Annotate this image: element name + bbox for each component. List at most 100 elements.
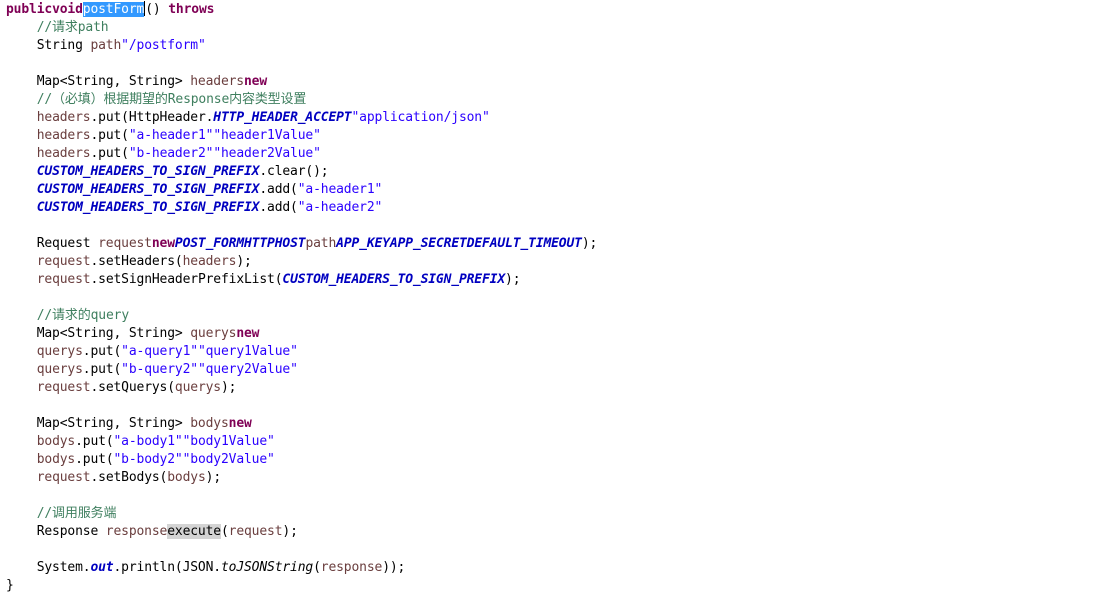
local-variable-token: headers (36, 146, 91, 161)
code-text: .put( (90, 146, 129, 161)
code-text: String (6, 38, 91, 53)
constant-token: DEFAULT_TIMEOUT (466, 236, 582, 251)
local-variable-token: querys (174, 380, 221, 395)
keyword-token: new (151, 236, 175, 251)
code-text: ); (581, 236, 598, 251)
code-line[interactable]: CUSTOM_HEADERS_TO_SIGN_PREFIX.clear(); (6, 163, 329, 181)
code-line[interactable]: bodys.put("b-body2""body2Value" (6, 451, 275, 469)
code-line[interactable]: Map<String, String> headersnew (6, 73, 267, 91)
local-variable-token: request (36, 254, 91, 269)
code-text: System. (6, 560, 91, 575)
code-text: .println(JSON. (113, 560, 221, 575)
code-text: .add( (259, 200, 298, 215)
code-line[interactable]: querys.put("a-query1""query1Value" (6, 343, 298, 361)
code-text: .setBodys( (90, 470, 168, 485)
code-line[interactable]: headers.put("b-header2""header2Value" (6, 145, 321, 163)
string-literal: "header2Value" (213, 146, 321, 161)
code-text: } (6, 578, 14, 593)
string-literal: "a-body1" (113, 434, 183, 449)
constant-token: HOST (274, 236, 306, 251)
code-text: .setQuerys( (90, 380, 175, 395)
code-line[interactable]: request.setQuerys(querys); (6, 379, 237, 397)
code-text: Map<String, String> (6, 326, 191, 341)
constant-token: CUSTOM_HEADERS_TO_SIGN_PREFIX (36, 200, 260, 215)
code-text: ); (236, 254, 252, 269)
comment-text: //请求path (6, 20, 109, 35)
local-variable-token: headers (190, 74, 244, 89)
code-line[interactable]: //请求的query (6, 307, 129, 325)
string-literal: "a-query1" (121, 344, 198, 359)
local-variable-token: response (320, 560, 383, 575)
constant-token: POST_FORM (174, 236, 244, 251)
code-text: ); (220, 380, 237, 395)
local-variable-token: request (228, 524, 283, 539)
code-text: .put( (82, 362, 122, 377)
keyword-token: new (228, 416, 252, 431)
code-line[interactable]: CUSTOM_HEADERS_TO_SIGN_PREFIX.add("a-hea… (6, 199, 383, 217)
code-line[interactable]: headers.put("a-header1""header1Value" (6, 127, 321, 145)
code-text: ); (505, 272, 521, 287)
selected-method-name: postForm (82, 2, 145, 17)
code-line[interactable]: Response responseexecute(request); (6, 523, 298, 541)
code-line[interactable]: System.out.println(JSON.toJSONString(res… (6, 559, 406, 577)
local-variable-token: request (36, 272, 91, 287)
local-variable-token: path (90, 38, 122, 53)
constant-token: CUSTOM_HEADERS_TO_SIGN_PREFIX (36, 182, 260, 197)
constant-token: HTTP (244, 236, 275, 251)
string-literal: "b-query2" (121, 362, 198, 377)
code-line[interactable]: headers.put(HttpHeader.HTTP_HEADER_ACCEP… (6, 109, 490, 127)
comment-text: //（必填）根据期望的Response内容类型设置 (6, 92, 307, 107)
local-variable-token: response (105, 524, 168, 539)
string-literal: "b-body2" (113, 452, 183, 467)
constant-token: APP_SECRET (389, 236, 467, 251)
local-variable-token: bodys (36, 434, 76, 449)
code-line[interactable]: request.setBodys(bodys); (6, 469, 221, 487)
comment-text: //调用服务端 (6, 506, 117, 521)
keyword-token: new (244, 74, 268, 89)
local-variable-token: bodys (190, 416, 229, 431)
code-line[interactable]: CUSTOM_HEADERS_TO_SIGN_PREFIX.add("a-hea… (6, 181, 383, 199)
code-line[interactable]: request.setHeaders(headers); (6, 253, 252, 271)
code-line[interactable]: //请求path (6, 19, 109, 37)
code-text: .setSignHeaderPrefixList( (90, 272, 283, 287)
code-text: ( (220, 524, 229, 539)
code-line[interactable]: //调用服务端 (6, 505, 117, 523)
constant-token: CUSTOM_HEADERS_TO_SIGN_PREFIX (282, 272, 506, 287)
code-line[interactable]: Map<String, String> querysnew (6, 325, 260, 343)
code-editor[interactable]: publicvoidpostForm() throws //请求path Str… (0, 0, 1109, 602)
code-text: () (145, 2, 169, 17)
keyword-token: public (6, 2, 53, 17)
keyword-token: void (52, 2, 83, 17)
string-literal: "query1Value" (197, 344, 298, 359)
string-literal: "header1Value" (213, 128, 321, 143)
code-text: .put( (90, 128, 129, 143)
code-text: .put( (75, 434, 114, 449)
code-line[interactable]: Map<String, String> bodysnew (6, 415, 252, 433)
code-line[interactable]: //（必填）根据期望的Response内容类型设置 (6, 91, 307, 109)
keyword-token: throws (168, 2, 215, 17)
code-line[interactable]: Request requestnewPOST_FORMHTTPHOSTpathA… (6, 235, 598, 253)
code-text: .put( (82, 344, 122, 359)
local-variable-token: headers (182, 254, 237, 269)
static-method-token: toJSONString (220, 560, 314, 575)
code-line[interactable]: String path"/postform" (6, 37, 206, 55)
keyword-token: new (236, 326, 260, 341)
code-line[interactable]: publicvoidpostForm() throws (6, 1, 214, 19)
constant-token: HTTP_HEADER_ACCEPT (213, 110, 352, 125)
code-line[interactable]: bodys.put("a-body1""body1Value" (6, 433, 275, 451)
code-line[interactable]: querys.put("b-query2""query2Value" (6, 361, 298, 379)
code-text: )); (382, 560, 406, 575)
code-line[interactable]: } (6, 577, 14, 595)
code-text: ); (205, 470, 222, 485)
code-line[interactable]: request.setSignHeaderPrefixList(CUSTOM_H… (6, 271, 521, 289)
